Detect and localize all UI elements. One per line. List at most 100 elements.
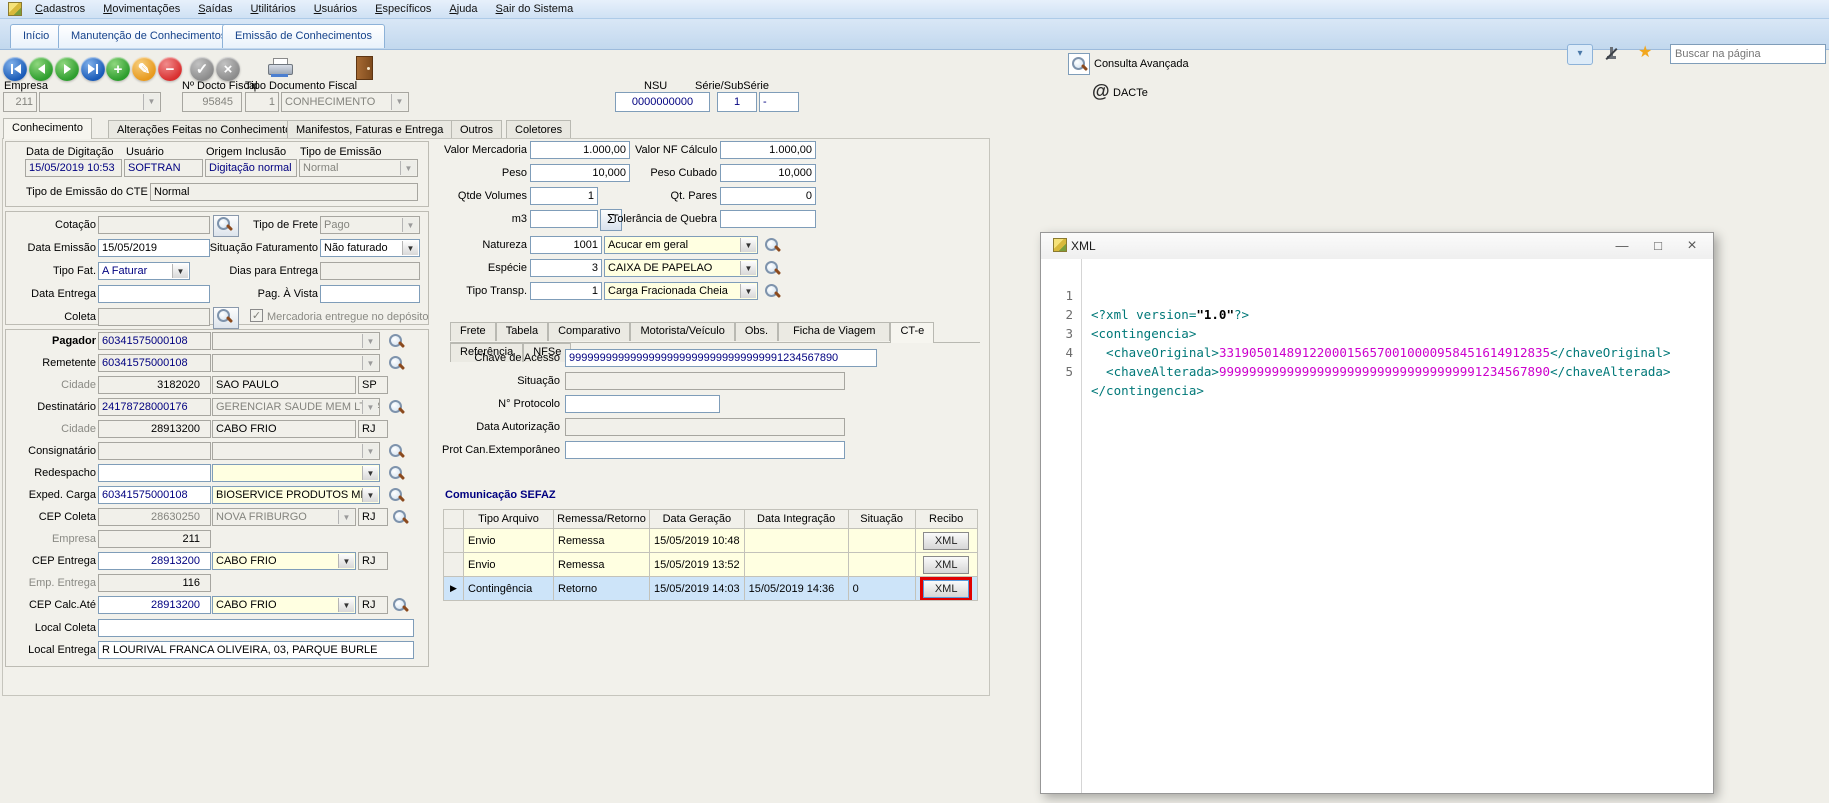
dropdown-arrow-icon[interactable]: ▼ xyxy=(362,488,378,502)
tab-alteracoes[interactable]: Alterações Feitas no Conhecimento xyxy=(108,120,300,139)
protocolo-field[interactable] xyxy=(565,395,720,413)
cell-rr[interactable]: Remessa xyxy=(554,553,650,577)
chevron-down-icon[interactable]: ▾ xyxy=(1567,44,1593,65)
tab-motorista[interactable]: Motorista/Veículo xyxy=(630,322,734,341)
especie-code-field[interactable]: 3 xyxy=(530,259,602,277)
pag-vista-field[interactable] xyxy=(320,285,420,303)
pagador-search-icon[interactable] xyxy=(388,333,406,351)
menu-especificos[interactable]: Específicos xyxy=(366,0,440,19)
local-coleta-field[interactable] xyxy=(98,619,414,637)
tab-obs[interactable]: Obs. xyxy=(735,322,778,341)
cell-situacao[interactable]: 0 xyxy=(848,577,915,601)
menu-cadastros[interactable]: Cadastros xyxy=(26,0,94,19)
chave-acesso-field[interactable]: 9999999999999999999999999999999999123456… xyxy=(565,349,877,367)
valor-mercadoria-field[interactable]: 1.000,00 xyxy=(530,141,630,159)
cell-integracao[interactable]: 15/05/2019 14:36 xyxy=(744,577,848,601)
cell-geracao[interactable]: 15/05/2019 13:52 xyxy=(650,553,745,577)
menu-usuarios[interactable]: Usuários xyxy=(305,0,366,19)
menu-sair[interactable]: Sair do Sistema xyxy=(487,0,583,19)
m3-field[interactable] xyxy=(530,210,598,228)
dropdown-arrow-icon[interactable]: ▼ xyxy=(740,284,756,298)
dropdown-arrow-icon[interactable]: ▼ xyxy=(740,238,756,252)
xml-button[interactable]: XML xyxy=(923,532,969,550)
redespacho-name-combo[interactable]: ▼ xyxy=(212,464,380,482)
prot-can-field[interactable] xyxy=(565,441,845,459)
especie-search-icon[interactable] xyxy=(764,260,782,278)
table-row-selected[interactable]: ▶ Contingência Retorno 15/05/2019 14:03 … xyxy=(444,577,978,601)
tab-tabela[interactable]: Tabela xyxy=(496,322,548,341)
exped-carga-code-field[interactable]: 60341575000108 xyxy=(98,486,211,504)
close-button[interactable]: × xyxy=(1677,236,1707,256)
situacao-faturamento-combo[interactable]: Não faturado▼ xyxy=(320,239,420,257)
add-record-button[interactable]: + xyxy=(106,57,130,81)
confirm-button[interactable]: ✓ xyxy=(190,57,214,81)
cep-calc-search-icon[interactable] xyxy=(392,597,410,615)
tab-frete[interactable]: Frete xyxy=(450,322,496,341)
tipo-transp-combo[interactable]: Carga Fracionada Cheia▼ xyxy=(604,282,758,300)
local-entrega-field[interactable]: R LOURIVAL FRANCA OLIVEIRA, 03, PARQUE B… xyxy=(98,641,414,659)
valor-nf-field[interactable]: 1.000,00 xyxy=(720,141,816,159)
dacte-icon[interactable]: @ xyxy=(1092,81,1110,102)
exped-carga-search-icon[interactable] xyxy=(388,487,406,505)
cep-entrega-code-field[interactable]: 28913200 xyxy=(98,552,211,570)
maximize-button[interactable]: □ xyxy=(1643,236,1673,256)
redespacho-search-icon[interactable] xyxy=(388,465,406,483)
cell-tipo[interactable]: Envio xyxy=(464,529,554,553)
exped-carga-name-combo[interactable]: BIOSERVICE PRODUTOS MEDIC▼ xyxy=(212,486,380,504)
xml-code-area[interactable]: 1 <?xml version="1.0"?> 2 <contingencia>… xyxy=(1041,259,1713,793)
first-record-button[interactable] xyxy=(3,57,27,81)
dropdown-arrow-icon[interactable]: ▼ xyxy=(338,554,354,568)
tab-ficha-viagem[interactable]: Ficha de Viagem xyxy=(778,322,890,341)
menu-ajuda[interactable]: Ajuda xyxy=(440,0,486,19)
cell-rr[interactable]: Retorno xyxy=(554,577,650,601)
especie-combo[interactable]: CAIXA DE PAPELAO▼ xyxy=(604,259,758,277)
tab-outros[interactable]: Outros xyxy=(451,120,502,139)
minimize-button[interactable]: — xyxy=(1607,236,1637,256)
cell-tipo[interactable]: Envio xyxy=(464,553,554,577)
table-row[interactable]: Envio Remessa 15/05/2019 13:52 XML xyxy=(444,553,978,577)
cell-geracao[interactable]: 15/05/2019 14:03 xyxy=(650,577,745,601)
tab-inicio[interactable]: Início xyxy=(10,24,62,48)
xml-window-titlebar[interactable]: XML — □ × xyxy=(1041,233,1713,260)
qt-pares-field[interactable]: 0 xyxy=(720,187,816,205)
exit-button[interactable] xyxy=(356,56,373,80)
tab-emissao[interactable]: Emissão de Conhecimentos xyxy=(222,24,385,48)
subserie-field[interactable]: - xyxy=(759,92,799,112)
find-on-page-input[interactable] xyxy=(1670,44,1826,64)
row-selector-cell[interactable] xyxy=(444,553,464,577)
previous-record-button[interactable] xyxy=(29,57,53,81)
tab-manifestos[interactable]: Manifestos, Faturas e Entrega xyxy=(287,120,452,139)
mercadoria-checkbox[interactable]: ✓ xyxy=(250,309,263,322)
cep-calc-name-combo[interactable]: CABO FRIO▼ xyxy=(212,596,356,614)
tolerancia-field[interactable] xyxy=(720,210,816,228)
cell-tipo[interactable]: Contingência xyxy=(464,577,554,601)
cep-coleta-search-icon[interactable] xyxy=(392,509,410,527)
coleta-search-button[interactable] xyxy=(213,307,239,329)
cancel-button[interactable]: × xyxy=(216,57,240,81)
cell-situacao[interactable] xyxy=(848,553,915,577)
favorite-star-icon[interactable]: ★ xyxy=(1638,43,1652,63)
xml-button-highlighted[interactable]: XML xyxy=(923,580,969,598)
tipo-fat-combo[interactable]: A Faturar▼ xyxy=(98,262,190,280)
qtde-volumes-field[interactable]: 1 xyxy=(530,187,598,205)
nsu-field[interactable]: 0000000000 xyxy=(615,92,710,112)
redespacho-code-field[interactable] xyxy=(98,464,211,482)
edit-record-button[interactable]: ✎ xyxy=(132,57,156,81)
menu-utilitarios[interactable]: Utilitários xyxy=(241,0,304,19)
advanced-search-button[interactable] xyxy=(1068,53,1090,75)
dacte-label[interactable]: DACTe xyxy=(1113,87,1148,99)
delete-record-button[interactable]: − xyxy=(158,57,182,81)
advanced-search-label[interactable]: Consulta Avançada xyxy=(1094,58,1189,70)
row-selector-cell[interactable] xyxy=(444,529,464,553)
cep-entrega-name-combo[interactable]: CABO FRIO▼ xyxy=(212,552,356,570)
dropdown-arrow-icon[interactable]: ▼ xyxy=(402,241,418,255)
natureza-search-icon[interactable] xyxy=(764,237,782,255)
cell-situacao[interactable] xyxy=(848,529,915,553)
menu-movimentacoes[interactable]: Movimentações xyxy=(94,0,189,19)
dropdown-arrow-icon[interactable]: ▼ xyxy=(362,466,378,480)
natureza-combo[interactable]: Acucar em geral▼ xyxy=(604,236,758,254)
tab-comparativo[interactable]: Comparativo xyxy=(548,322,630,341)
cell-rr[interactable]: Remessa xyxy=(554,529,650,553)
tab-cte[interactable]: CT-e xyxy=(890,322,934,343)
row-selector-cell[interactable]: ▶ xyxy=(444,577,464,601)
